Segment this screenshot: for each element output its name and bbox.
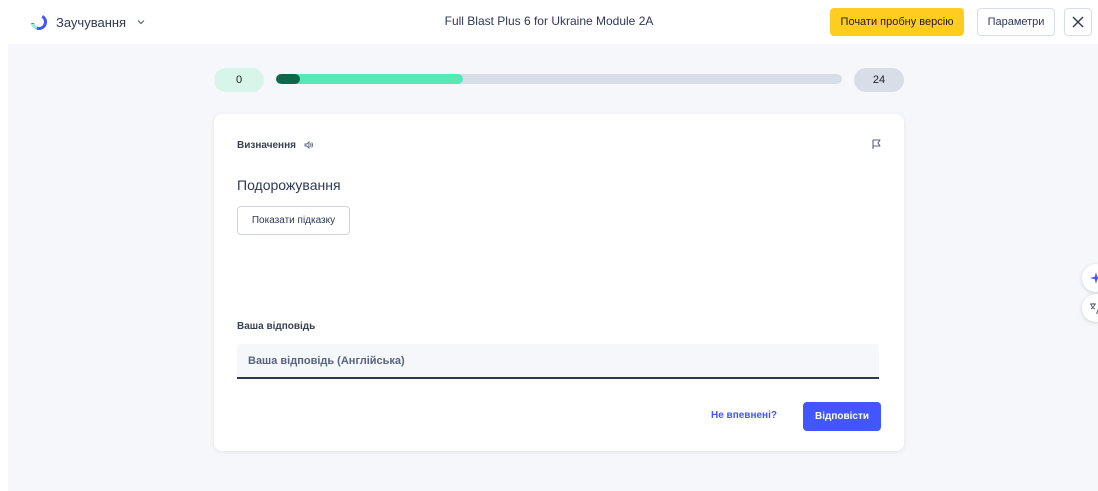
total-count-badge: 24 [854,68,904,92]
translate-icon [1090,303,1098,315]
prompt-header: Визначення [237,138,314,152]
progress-bar-fill [276,74,463,84]
not-sure-link[interactable]: Не впевнені? [711,410,777,421]
study-mode-label: Заучування [56,14,127,30]
progress-bar [276,74,842,84]
progress-bar-knob [276,74,300,84]
learn-mode-icon [31,14,47,30]
flag-icon[interactable] [870,138,882,150]
ai-sparkle-icon [1090,272,1098,284]
options-button[interactable]: Параметри [977,8,1055,36]
known-count-badge: 0 [214,68,264,92]
close-button[interactable] [1064,8,1092,36]
term-text: Подорожування [237,177,341,193]
audio-icon[interactable] [304,140,314,150]
answer-label: Ваша відповідь [237,321,316,332]
study-mode-dropdown[interactable]: Заучування [30,10,146,34]
top-bar: Заучування Full Blast Plus 6 for Ukraine… [0,0,1098,44]
question-card: Визначення Подорожування Показати підказ… [214,114,904,451]
answer-button[interactable]: Відповісти [803,402,881,431]
close-icon [1072,16,1084,28]
start-trial-button[interactable]: Почати пробну версію [830,8,964,36]
chevron-down-icon [137,20,145,25]
answer-input[interactable] [237,344,879,379]
prompt-type-label: Визначення [237,139,296,151]
show-hint-button[interactable]: Показати підказку [237,206,350,235]
